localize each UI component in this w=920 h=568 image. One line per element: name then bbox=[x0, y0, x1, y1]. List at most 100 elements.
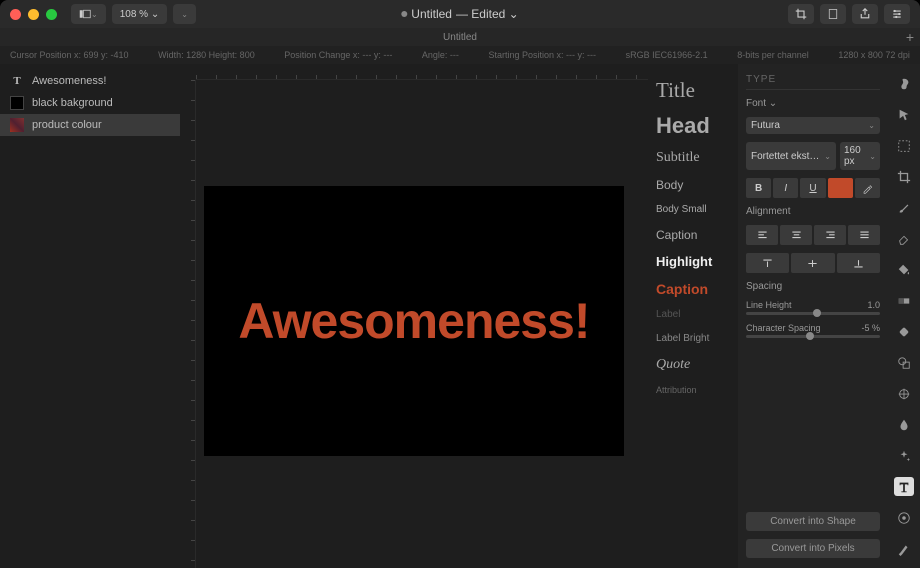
font-family-value: Futura bbox=[751, 120, 780, 131]
bold-button[interactable]: B bbox=[746, 178, 771, 198]
underline-button[interactable]: U bbox=[800, 178, 825, 198]
line-height-label: Line Height bbox=[746, 300, 792, 310]
canvas-area[interactable]: Awesomeness! bbox=[180, 64, 648, 568]
close-icon[interactable] bbox=[10, 9, 21, 20]
char-spacing-slider[interactable] bbox=[746, 335, 880, 338]
add-tab-button[interactable]: + bbox=[906, 29, 914, 45]
char-spacing-value: -5 % bbox=[861, 323, 880, 333]
view-mode-button[interactable]: ⌄ bbox=[71, 4, 106, 24]
crop-button[interactable] bbox=[788, 4, 814, 24]
layer-black-bg[interactable]: black bakground bbox=[0, 92, 180, 114]
minimize-icon[interactable] bbox=[28, 9, 39, 20]
blur-tool-icon[interactable] bbox=[894, 415, 914, 434]
eraser-tool-icon[interactable] bbox=[894, 229, 914, 248]
align-right-button[interactable] bbox=[814, 225, 846, 245]
style-label-bright[interactable]: Label Bright bbox=[656, 334, 730, 344]
marquee-tool-icon[interactable] bbox=[894, 136, 914, 155]
brush-tool-icon[interactable] bbox=[894, 198, 914, 217]
layer-product-colour[interactable]: product colour bbox=[0, 114, 180, 136]
font-size-input[interactable]: 160 px⌄ bbox=[840, 142, 880, 170]
fill-tool-icon[interactable] bbox=[894, 260, 914, 279]
crop-tool-icon[interactable] bbox=[894, 167, 914, 186]
line-height-value: 1.0 bbox=[867, 300, 880, 310]
style-attribution[interactable]: Attribution bbox=[656, 386, 730, 395]
window-controls bbox=[10, 9, 57, 20]
align-justify-button[interactable] bbox=[848, 225, 880, 245]
layer-label: product colour bbox=[32, 119, 102, 131]
valign-middle-button[interactable] bbox=[791, 253, 834, 273]
magic-tool-icon[interactable] bbox=[894, 446, 914, 465]
italic-button[interactable]: I bbox=[773, 178, 798, 198]
style-label[interactable]: Label bbox=[656, 310, 730, 320]
export-button[interactable] bbox=[820, 4, 846, 24]
style-subtitle[interactable]: Subtitle bbox=[656, 151, 730, 165]
color-picker-button[interactable] bbox=[855, 178, 880, 198]
canvas-text[interactable]: Awesomeness! bbox=[238, 292, 589, 350]
style-quote[interactable]: Quote bbox=[656, 358, 730, 372]
style-title[interactable]: Title bbox=[656, 80, 730, 101]
font-weight-value: Fortettet ekstra fet bbox=[751, 151, 821, 162]
black-swatch-icon bbox=[10, 96, 24, 110]
info-dims: 1280 x 800 72 dpi bbox=[838, 50, 910, 60]
slider-thumb[interactable] bbox=[806, 332, 814, 340]
canvas[interactable]: Awesomeness! bbox=[204, 186, 624, 456]
arrow-tool-icon[interactable] bbox=[894, 105, 914, 124]
convert-pixels-button[interactable]: Convert into Pixels bbox=[746, 539, 880, 558]
valign-bottom-button[interactable] bbox=[837, 253, 880, 273]
zoom-icon[interactable] bbox=[46, 9, 57, 20]
app-window: ⌄ 108 % ⌄ ⌄ Untitled — Edited ⌄ Untitled… bbox=[0, 0, 920, 568]
inspector-header: TYPE bbox=[746, 74, 880, 90]
color-swatch-icon bbox=[10, 118, 24, 132]
title-name: Untitled bbox=[411, 7, 452, 21]
text-styles-panel: Title Head Subtitle Body Body Small Capt… bbox=[648, 64, 738, 568]
zoom-level[interactable]: 108 % ⌄ bbox=[112, 4, 168, 24]
tab-untitled[interactable]: Untitled bbox=[443, 32, 477, 43]
layers-panel: T Awesomeness! black bakground product c… bbox=[0, 64, 180, 568]
share-button[interactable] bbox=[852, 4, 878, 24]
style-body[interactable]: Body bbox=[656, 179, 730, 191]
shape-tool-icon[interactable] bbox=[894, 353, 914, 372]
info-startpos: Starting Position x: --- y: --- bbox=[488, 50, 596, 60]
type-tool-icon[interactable] bbox=[894, 477, 914, 496]
font-weight-select[interactable]: Fortettet ekstra fet⌄ bbox=[746, 142, 836, 170]
color-adjust-tool-icon[interactable] bbox=[894, 508, 914, 527]
settings-button[interactable] bbox=[884, 4, 910, 24]
alignment-label: Alignment bbox=[746, 206, 880, 217]
titlebar: ⌄ 108 % ⌄ ⌄ Untitled — Edited ⌄ bbox=[0, 0, 920, 28]
gradient-tool-icon[interactable] bbox=[894, 291, 914, 310]
info-angle: Angle: --- bbox=[422, 50, 459, 60]
info-size: Width: 1280 Height: 800 bbox=[158, 50, 255, 60]
chevron-down-icon: ⌄ bbox=[869, 152, 876, 161]
heal-tool-icon[interactable] bbox=[894, 322, 914, 341]
toolbar-dropdown[interactable]: ⌄ bbox=[173, 4, 196, 24]
window-title: Untitled — Edited ⌄ bbox=[401, 7, 518, 21]
paint-tool-icon[interactable] bbox=[894, 74, 914, 93]
font-label[interactable]: Font ⌄ bbox=[746, 98, 880, 109]
info-cursor: Cursor Position x: 699 y: -410 bbox=[10, 50, 129, 60]
style-head[interactable]: Head bbox=[656, 115, 730, 137]
style-caption[interactable]: Caption bbox=[656, 229, 730, 241]
font-family-select[interactable]: Futura ⌄ bbox=[746, 117, 880, 134]
slider-thumb[interactable] bbox=[813, 309, 821, 317]
layer-text[interactable]: T Awesomeness! bbox=[0, 70, 180, 92]
inspector-panel: TYPE Font ⌄ Futura ⌄ Fortettet ekstra fet… bbox=[738, 64, 888, 568]
info-poschange: Position Change x: --- y: --- bbox=[284, 50, 392, 60]
convert-shape-button[interactable]: Convert into Shape bbox=[746, 512, 880, 531]
align-left-button[interactable] bbox=[746, 225, 778, 245]
chevron-down-icon: ⌄ bbox=[824, 152, 831, 161]
valign-top-button[interactable] bbox=[746, 253, 789, 273]
color-swatch-button[interactable] bbox=[828, 178, 853, 198]
effects-tool-icon[interactable] bbox=[894, 539, 914, 558]
ruler-horizontal bbox=[196, 64, 648, 80]
style-body-small[interactable]: Body Small bbox=[656, 205, 730, 215]
align-center-button[interactable] bbox=[780, 225, 812, 245]
line-height-slider[interactable] bbox=[746, 312, 880, 315]
spacing-label: Spacing bbox=[746, 281, 880, 292]
style-highlight[interactable]: Highlight bbox=[656, 255, 730, 268]
main-area: T Awesomeness! black bakground product c… bbox=[0, 64, 920, 568]
clone-tool-icon[interactable] bbox=[894, 384, 914, 403]
chevron-down-icon: ⌄ bbox=[868, 121, 875, 130]
style-caption-accent[interactable]: Caption bbox=[656, 282, 730, 296]
text-layer-icon: T bbox=[10, 74, 24, 88]
document-tabs: Untitled + bbox=[0, 28, 920, 46]
